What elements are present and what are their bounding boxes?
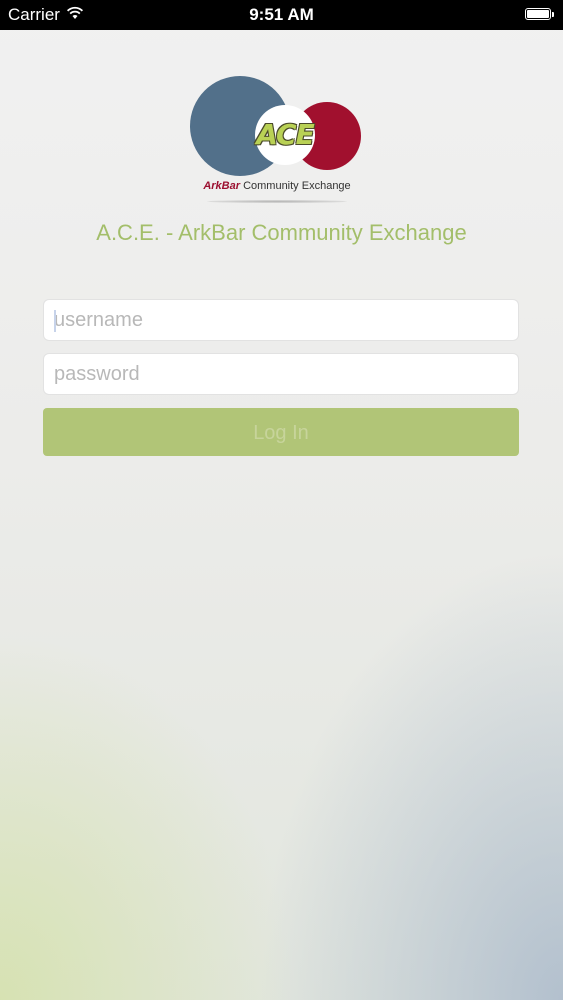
logo-brand-prefix: ArkBar (203, 180, 240, 192)
battery-icon (525, 8, 554, 20)
status-bar: Carrier 9:51 AM (0, 0, 563, 30)
app-logo: ACE ArkBar Community Exchange (187, 74, 367, 209)
logo-badge-text: ACE (256, 118, 314, 151)
status-time: 9:51 AM (249, 5, 314, 24)
username-field[interactable] (43, 299, 519, 341)
password-input[interactable] (44, 354, 518, 394)
password-field[interactable] (43, 353, 519, 395)
logo-brand-suffix: Community Exchange (243, 180, 351, 192)
login-button[interactable]: Log In (43, 408, 519, 456)
app-title: A.C.E. - ArkBar Community Exchange (96, 220, 467, 245)
logo-shadow (207, 200, 347, 203)
text-cursor (54, 310, 56, 332)
logo-brand-text: ArkBar Community Exchange (187, 180, 367, 192)
username-input[interactable] (44, 300, 518, 340)
